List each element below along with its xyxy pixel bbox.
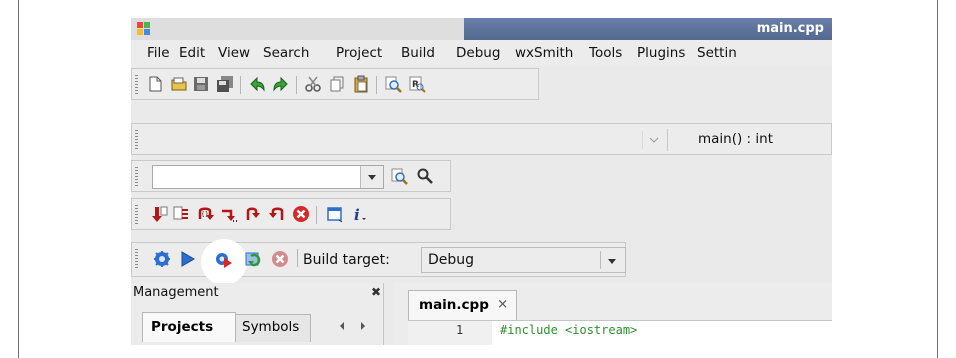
line-number: 1 <box>456 323 464 337</box>
code-editor[interactable]: 1 #include <iostream> <box>408 320 832 345</box>
replace-icon[interactable]: R <box>408 75 426 93</box>
code-completion-toolbar: main() : int <box>131 123 832 155</box>
toolbar-separator <box>316 206 317 224</box>
run-icon[interactable] <box>178 250 196 268</box>
toolbar-grip[interactable] <box>135 205 138 225</box>
app-logo-icon <box>137 22 151 36</box>
find-in-files-icon[interactable] <box>390 167 408 185</box>
next-instruction-icon[interactable] <box>268 205 286 223</box>
open-folder-icon[interactable] <box>170 75 188 93</box>
abort-icon[interactable] <box>271 250 289 268</box>
paste-icon[interactable] <box>352 75 370 93</box>
build-target-label: Build target: <box>303 252 390 268</box>
toolbar-grip[interactable] <box>135 75 138 95</box>
editor-area: main.cpp × 1 #include <iostream> <box>393 283 832 345</box>
tab-symbols-label: Symbols <box>242 319 300 335</box>
step-into-icon[interactable] <box>220 205 238 223</box>
toolbar-separator <box>376 76 377 94</box>
menu-search[interactable]: Search <box>263 45 309 61</box>
save-icon[interactable] <box>192 75 210 93</box>
toolbar-separator <box>297 249 298 267</box>
chevron-down-icon <box>608 259 616 264</box>
menu-project[interactable]: Project <box>336 45 382 61</box>
build-and-run-icon[interactable] <box>215 251 233 269</box>
debug-run-icon[interactable] <box>150 205 168 223</box>
menu-file[interactable]: File <box>147 45 170 61</box>
search-input[interactable] <box>152 165 384 189</box>
find-icon[interactable] <box>384 75 402 93</box>
step-out-icon[interactable] <box>244 205 262 223</box>
line-gutter: 1 <box>408 321 492 345</box>
management-panel: Management ✖ Projects Symbols <box>131 283 384 345</box>
combo-divider <box>600 251 601 269</box>
tab-main-cpp[interactable]: main.cpp × <box>408 290 517 320</box>
tab-projects-label: Projects <box>151 319 214 335</box>
window-title: main.cpp <box>756 21 824 36</box>
build-target-select[interactable]: Debug <box>421 247 626 273</box>
new-file-icon[interactable] <box>146 75 164 93</box>
info-icon[interactable]: i <box>350 205 368 224</box>
search-magnifier-icon[interactable] <box>416 167 434 185</box>
menu-settings[interactable]: Settin <box>697 45 737 61</box>
menu-debug[interactable]: Debug <box>456 45 500 61</box>
build-icon[interactable] <box>153 250 171 268</box>
menu-tools[interactable]: Tools <box>589 45 622 61</box>
menu-build[interactable]: Build <box>401 45 435 61</box>
management-title: Management <box>133 285 219 300</box>
toolbar-grip[interactable] <box>135 167 138 187</box>
undo-icon[interactable] <box>248 75 266 93</box>
main-toolbar: R <box>131 68 539 100</box>
tab-symbols[interactable]: Symbols <box>235 314 311 342</box>
svg-text:{}: {} <box>201 211 209 218</box>
menu-plugins[interactable]: Plugins <box>637 45 685 61</box>
redo-icon[interactable] <box>272 75 290 93</box>
next-line-icon[interactable]: {} <box>196 205 214 223</box>
menu-wxsmith[interactable]: wxSmith <box>515 45 573 61</box>
svg-text:i: i <box>354 206 360 223</box>
toolbar-separator <box>240 76 241 94</box>
run-to-cursor-icon[interactable] <box>172 205 190 223</box>
toolbar-grip[interactable] <box>135 249 138 269</box>
close-icon[interactable]: ✖ <box>371 285 381 299</box>
combo-divider <box>667 129 668 151</box>
debugger-toolbar: {} i <box>131 198 451 230</box>
menu-edit[interactable]: Edit <box>179 45 205 61</box>
tab-projects[interactable]: Projects <box>142 312 236 342</box>
codeblocks-window: main.cpp File Edit View Search Project B… <box>131 18 832 345</box>
cut-icon[interactable] <box>304 75 322 93</box>
copy-icon[interactable] <box>328 75 346 93</box>
debug-window-icon[interactable] <box>326 205 344 223</box>
save-all-icon[interactable] <box>216 75 234 93</box>
build-target-value: Debug <box>428 252 475 268</box>
toolbar-separator <box>296 76 297 94</box>
scope-dropdown-arrow[interactable] <box>641 129 664 151</box>
code-line: #include <iostream> <box>500 323 638 337</box>
toolbar-grip[interactable] <box>135 130 138 150</box>
search-toolbar <box>131 160 451 192</box>
title-bar: main.cpp <box>131 18 832 40</box>
function-selector[interactable]: main() : int <box>698 131 773 147</box>
tab-scroll-arrows[interactable] <box>339 320 369 332</box>
rebuild-icon[interactable] <box>245 250 263 268</box>
menu-bar: File Edit View Search Project Build Debu… <box>131 40 832 66</box>
menu-view[interactable]: View <box>218 45 250 61</box>
search-dropdown-arrow[interactable] <box>360 166 383 188</box>
editor-tab-label: main.cpp <box>419 297 489 313</box>
stop-debug-icon[interactable] <box>292 205 310 223</box>
tab-close-icon[interactable]: × <box>497 296 508 312</box>
